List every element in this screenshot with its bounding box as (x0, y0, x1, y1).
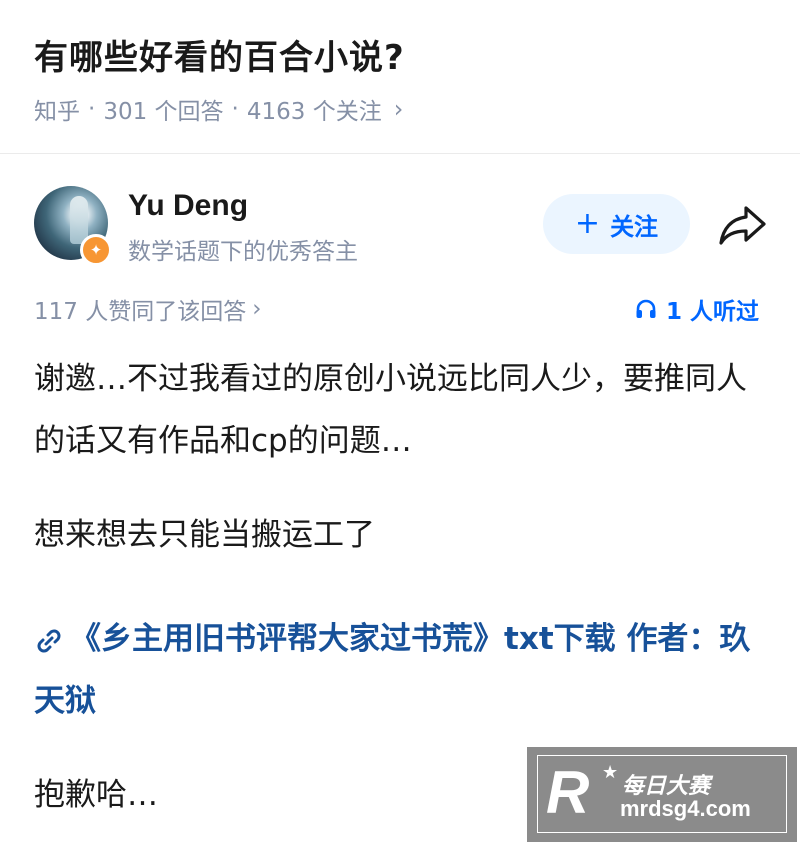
follow-button[interactable]: + 关注 (543, 194, 690, 254)
headphones-icon (636, 299, 656, 318)
author-name[interactable]: Yu Deng (128, 189, 248, 223)
vote-count[interactable]: 117 人赞同了该回答 › (34, 292, 261, 326)
chevron-right-icon: › (393, 95, 404, 123)
answer-paragraph: 谢邀…不过我看过的原创小说远比同人少，要推同人的话又有作品和cp的问题… (34, 361, 747, 459)
question-title[interactable]: 有哪些好看的百合小说? (34, 30, 405, 79)
follower-count: 4163 个关注 (246, 99, 382, 125)
listen-button[interactable]: 1 人听过 (634, 292, 759, 326)
watermark-logo: R (546, 759, 590, 826)
share-icon[interactable] (716, 200, 770, 250)
star-icon: ★ (602, 762, 619, 783)
meta-separator: · (231, 96, 239, 122)
chevron-right-icon: › (252, 296, 262, 322)
watermark: R ★ 每日大赛 mrdsg4.com (527, 747, 797, 842)
follow-label: 关注 (610, 212, 659, 241)
book-link-text: 《乡主用旧书评帮大家过书荒》txt下载 作者：玖天狱 (34, 621, 751, 719)
link-icon (37, 629, 61, 652)
vote-count-text: 117 人赞同了该回答 (34, 299, 247, 325)
plus-icon: + (574, 206, 601, 241)
excellent-answerer-badge-icon: ✦ (80, 234, 112, 266)
source-label: 知乎 (34, 99, 80, 125)
watermark-url: mrdsg4.com (620, 796, 751, 821)
meta-separator: · (88, 96, 96, 122)
book-link[interactable]: 《乡主用旧书评帮大家过书荒》txt下载 作者：玖天狱 (34, 608, 774, 732)
divider (0, 153, 800, 154)
watermark-frame: R ★ 每日大赛 mrdsg4.com (537, 755, 787, 833)
answer-paragraph: 想来想去只能当搬运工了 (34, 517, 375, 553)
answer-count: 301 个回答 (103, 99, 224, 125)
author-description: 数学话题下的优秀答主 (128, 239, 358, 265)
listen-count: 1 人听过 (666, 299, 760, 325)
question-meta[interactable]: 知乎 · 301 个回答 · 4163 个关注 › (34, 92, 403, 126)
